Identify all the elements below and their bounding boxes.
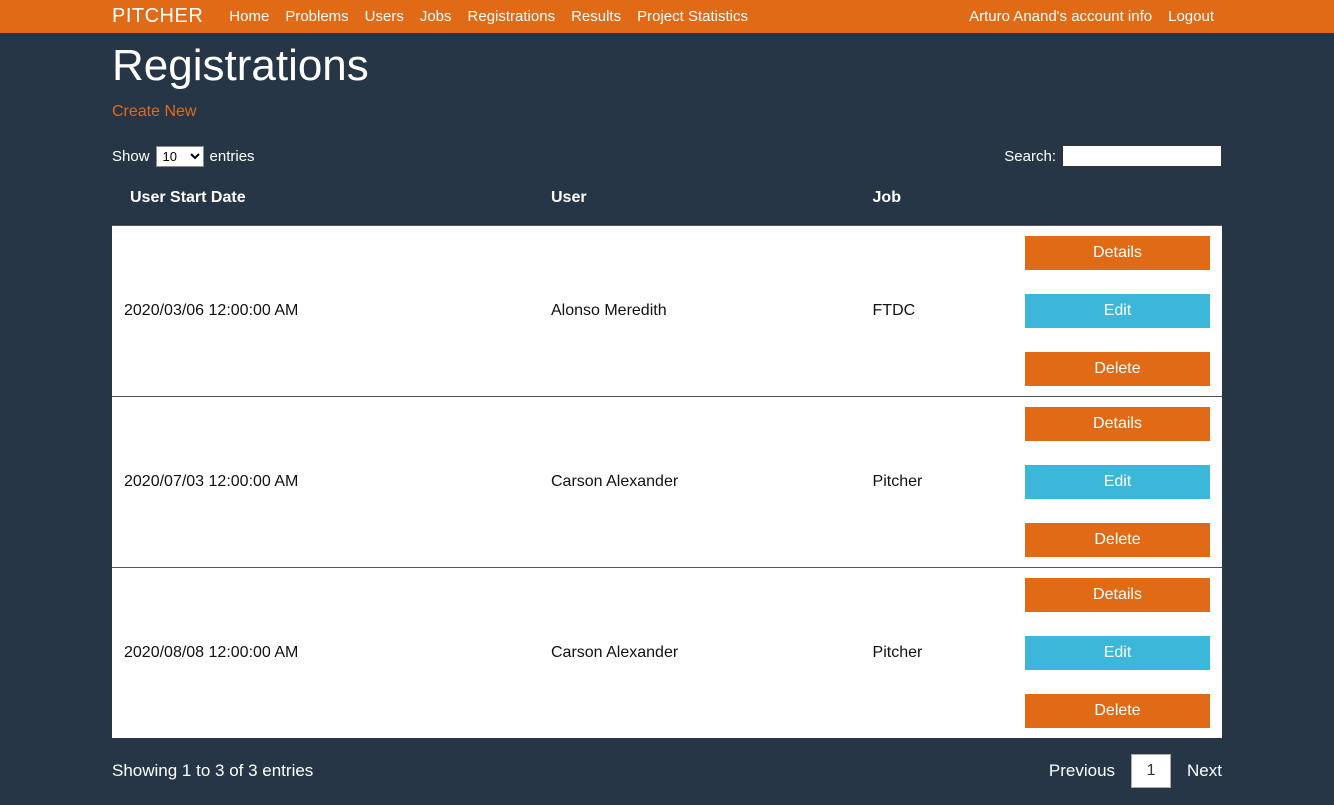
- table-row: 2020/07/03 12:00:00 AMCarson AlexanderPi…: [112, 397, 1222, 568]
- length-control: Show 102550100 entries: [112, 146, 255, 167]
- nav-users[interactable]: Users: [357, 8, 412, 25]
- details-button[interactable]: Details: [1025, 407, 1210, 441]
- cell-job: Pitcher: [863, 568, 1015, 739]
- table-info: Showing 1 to 3 of 3 entries: [112, 761, 313, 781]
- length-label-show: Show: [112, 148, 150, 165]
- search-label: Search:: [1004, 148, 1056, 165]
- col-actions: [1015, 179, 1222, 226]
- cell-user: Carson Alexander: [541, 568, 863, 739]
- length-label-entries: entries: [210, 148, 255, 165]
- edit-button[interactable]: Edit: [1025, 294, 1210, 328]
- search-control: Search:: [1004, 145, 1222, 167]
- details-button[interactable]: Details: [1025, 578, 1210, 612]
- cell-user: Alonso Meredith: [541, 226, 863, 397]
- delete-button[interactable]: Delete: [1025, 523, 1210, 557]
- brand[interactable]: PITCHER: [112, 5, 203, 28]
- nav-jobs[interactable]: Jobs: [412, 8, 460, 25]
- cell-actions: Details Edit Delete: [1015, 568, 1222, 739]
- nav-results[interactable]: Results: [563, 8, 629, 25]
- nav-problems[interactable]: Problems: [277, 8, 356, 25]
- pagination-next[interactable]: Next: [1187, 761, 1222, 781]
- edit-button[interactable]: Edit: [1025, 465, 1210, 499]
- delete-button[interactable]: Delete: [1025, 352, 1210, 386]
- col-user-start-date[interactable]: User Start Date: [112, 179, 541, 226]
- table-row: 2020/08/08 12:00:00 AMCarson AlexanderPi…: [112, 568, 1222, 739]
- pagination-page-1[interactable]: 1: [1131, 754, 1171, 788]
- nav-logout[interactable]: Logout: [1160, 8, 1222, 25]
- nav-registrations[interactable]: Registrations: [460, 8, 564, 25]
- col-job[interactable]: Job: [863, 179, 1015, 226]
- pagination-previous[interactable]: Previous: [1049, 761, 1115, 781]
- page-title: Registrations: [112, 41, 1222, 91]
- details-button[interactable]: Details: [1025, 236, 1210, 270]
- edit-button[interactable]: Edit: [1025, 636, 1210, 670]
- search-input[interactable]: [1062, 145, 1222, 167]
- table-row: 2020/03/06 12:00:00 AMAlonso MeredithFTD…: [112, 226, 1222, 397]
- nav-project-statistics[interactable]: Project Statistics: [629, 8, 756, 25]
- cell-user: Carson Alexander: [541, 397, 863, 568]
- cell-job: Pitcher: [863, 397, 1015, 568]
- pagination: Previous 1 Next: [1049, 754, 1222, 788]
- nav-home[interactable]: Home: [221, 8, 277, 25]
- cell-actions: Details Edit Delete: [1015, 397, 1222, 568]
- navbar: PITCHER Home Problems Users Jobs Registr…: [0, 0, 1334, 33]
- cell-job: FTDC: [863, 226, 1015, 397]
- delete-button[interactable]: Delete: [1025, 694, 1210, 728]
- nav-account-info[interactable]: Arturo Anand's account info: [961, 8, 1160, 25]
- cell-start-date: 2020/03/06 12:00:00 AM: [112, 226, 541, 397]
- length-select[interactable]: 102550100: [156, 146, 204, 167]
- cell-actions: Details Edit Delete: [1015, 226, 1222, 397]
- cell-start-date: 2020/08/08 12:00:00 AM: [112, 568, 541, 739]
- col-user[interactable]: User: [541, 179, 863, 226]
- cell-start-date: 2020/07/03 12:00:00 AM: [112, 397, 541, 568]
- create-new-link[interactable]: Create New: [112, 103, 196, 121]
- registrations-table: User Start Date User Job 2020/03/06 12:0…: [112, 179, 1222, 738]
